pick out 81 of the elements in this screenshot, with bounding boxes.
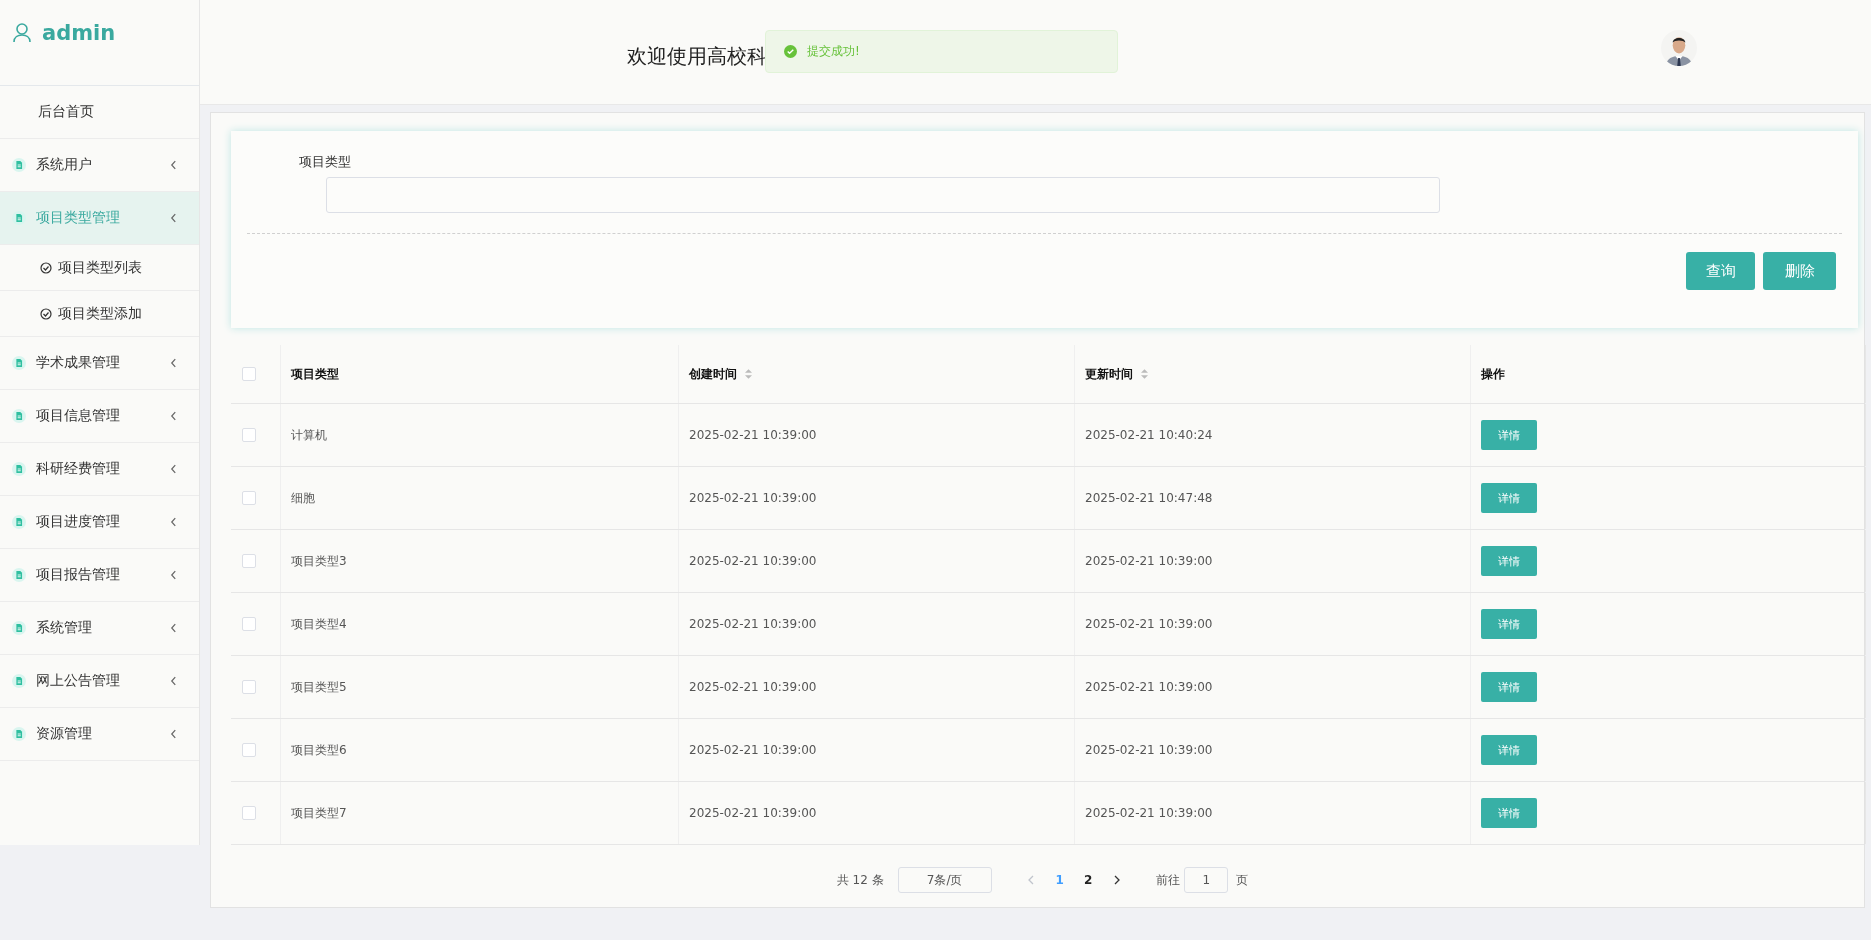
checkbox[interactable] [242, 743, 256, 757]
table-cell: 项目类型3 [291, 552, 347, 570]
table-cell: 项目类型7 [291, 804, 347, 822]
menu-item[interactable]: 网上公告管理 [0, 655, 199, 708]
document-icon [12, 462, 26, 476]
header-title: 欢迎使用高校科 [627, 42, 767, 70]
table-cell: 2025-02-21 10:39:00 [689, 806, 817, 820]
table-cell: 2025-02-21 10:39:00 [1085, 554, 1213, 568]
document-icon [12, 727, 26, 741]
table-cell: 2025-02-21 10:39:00 [689, 680, 817, 694]
menu-item[interactable]: 后台首页 [0, 86, 199, 139]
chevron-left-icon [170, 411, 177, 421]
sort-icon [1141, 369, 1148, 379]
table-cell: 2025-02-21 10:39:00 [689, 491, 817, 505]
table-cell: 2025-02-21 10:39:00 [689, 428, 817, 442]
menu-item[interactable]: 资源管理 [0, 708, 199, 761]
page-suffix: 页 [1236, 871, 1249, 889]
check-circle-icon [40, 307, 52, 320]
previous-page-icon [1027, 875, 1034, 885]
column-header: 项目类型 [291, 365, 339, 383]
page-size-select[interactable]: 7条/页 [897, 867, 992, 893]
column-header: 更新时间 [1085, 365, 1133, 383]
checkbox[interactable] [242, 367, 256, 381]
document-icon [12, 515, 26, 529]
table-cell: 2025-02-21 10:39:00 [1085, 680, 1213, 694]
checkbox[interactable] [242, 680, 256, 694]
chevron-left-icon [170, 517, 177, 527]
menu-item[interactable]: 学术成果管理 [0, 337, 199, 390]
goto-label: 前往 [1156, 871, 1181, 889]
check-circle-icon [40, 261, 52, 274]
table-cell: 项目类型4 [291, 615, 347, 633]
chevron-left-icon [170, 358, 177, 368]
document-icon [12, 568, 26, 582]
table-cell: 计算机 [291, 426, 327, 444]
chevron-left-icon [170, 676, 177, 686]
chevron-left-icon [170, 623, 177, 633]
menu-item[interactable]: 系统管理 [0, 602, 199, 655]
menu-item[interactable]: 科研经费管理 [0, 443, 199, 496]
table-cell: 2025-02-21 10:39:00 [689, 554, 817, 568]
chevron-left-icon [170, 729, 177, 739]
table-cell: 2025-02-21 10:39:00 [689, 617, 817, 631]
text-input[interactable] [326, 177, 1440, 213]
page-input[interactable]: 1 [1184, 867, 1229, 893]
table-cell: 2025-02-21 10:40:24 [1085, 428, 1213, 442]
table-cell: 2025-02-21 10:39:00 [1085, 743, 1213, 757]
user-name: admin [42, 20, 116, 45]
checkbox[interactable] [242, 806, 256, 820]
document-icon [12, 621, 26, 635]
toast-message: 提交成功! [807, 43, 860, 60]
check-circle-icon [784, 45, 797, 58]
table-cell: 项目类型6 [291, 741, 347, 759]
field-label: 项目类型 [299, 153, 352, 171]
document-icon [12, 158, 26, 172]
checkbox[interactable] [242, 554, 256, 568]
document-icon [12, 211, 26, 225]
document-icon [12, 356, 26, 370]
checkbox[interactable] [242, 491, 256, 505]
checkbox[interactable] [242, 428, 256, 442]
page-number[interactable]: 2 [1083, 873, 1093, 887]
menu-item[interactable]: 项目报告管理 [0, 549, 199, 602]
column-header: 创建时间 [689, 365, 737, 383]
menu-item[interactable]: 项目信息管理 [0, 390, 199, 443]
next-page-icon [1114, 875, 1121, 885]
sort-icon [745, 369, 752, 379]
column-header: 操作 [1481, 365, 1505, 383]
document-icon [12, 674, 26, 688]
table-cell: 2025-02-21 10:47:48 [1085, 491, 1213, 505]
chevron-left-icon [170, 160, 177, 170]
chevron-left-icon [170, 464, 177, 474]
document-icon [12, 409, 26, 423]
total-count: 共 12 条 [836, 871, 884, 889]
menu-item[interactable]: 项目进度管理 [0, 496, 199, 549]
chevron-left-icon [170, 570, 177, 580]
table-cell: 细胞 [291, 489, 315, 507]
user-icon [12, 22, 32, 43]
table-cell: 2025-02-21 10:39:00 [1085, 806, 1213, 820]
chevron-left-icon [170, 213, 177, 223]
table-cell: 2025-02-21 10:39:00 [1085, 617, 1213, 631]
checkbox[interactable] [242, 617, 256, 631]
table-cell: 2025-02-21 10:39:00 [689, 743, 817, 757]
table-cell: 项目类型5 [291, 678, 347, 696]
